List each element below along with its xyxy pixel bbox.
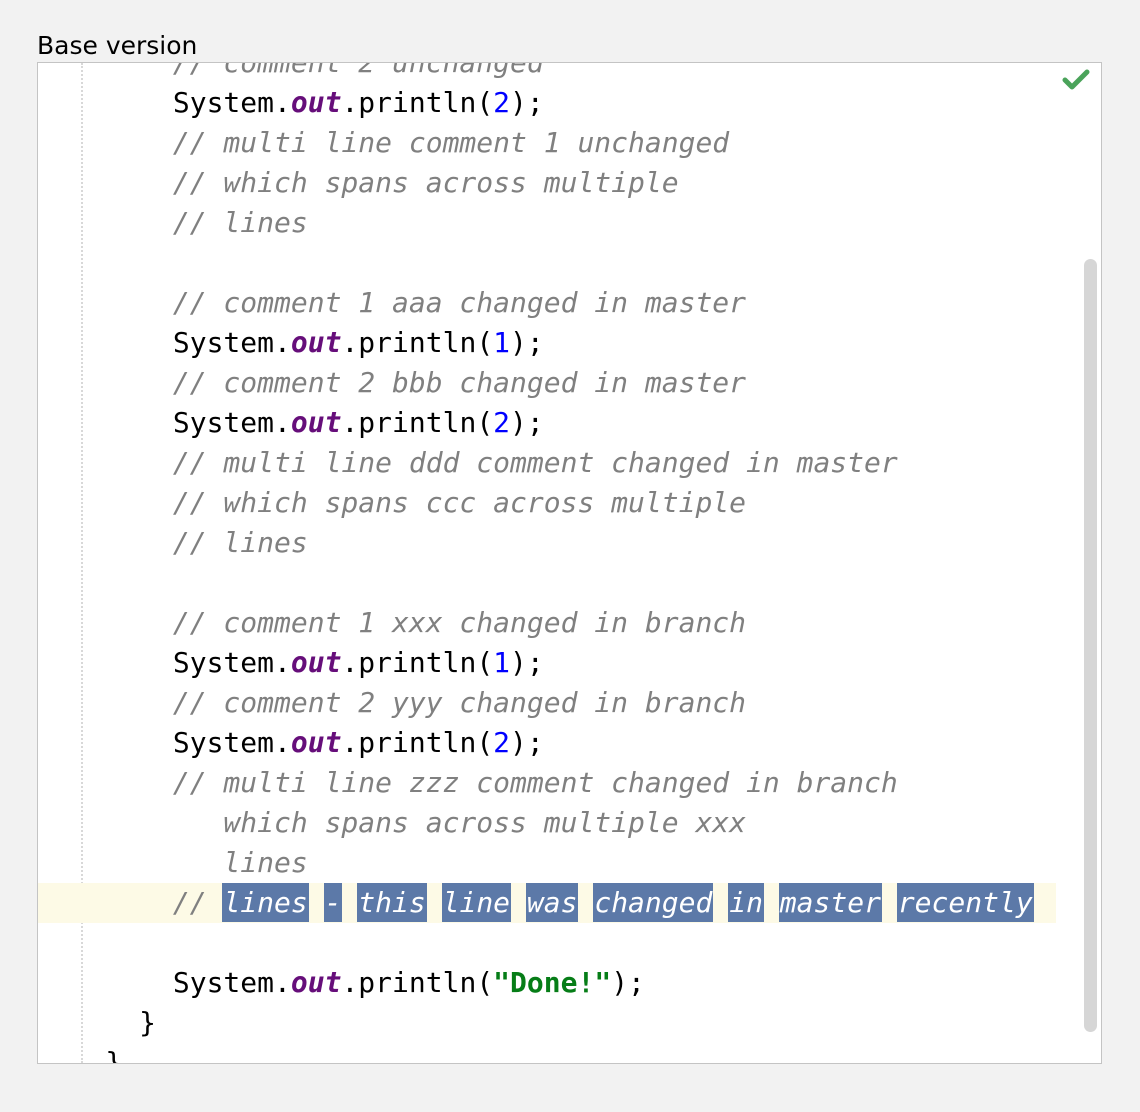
changed-word: line: [442, 884, 511, 921]
code-token: // comment 2 unchanged: [38, 62, 544, 79]
code-line: // comment 1 aaa changed in master: [38, 283, 1101, 323]
changed-word: in: [729, 884, 763, 921]
code-token: System.: [38, 326, 291, 359]
code-line: System.out.println(2);: [38, 403, 1101, 443]
changed-word: was: [526, 884, 578, 921]
code-token: .println(: [341, 966, 494, 999]
changed-word: master: [779, 884, 881, 921]
code-line: System.out.println(1);: [38, 323, 1101, 363]
code-token: .println(: [341, 646, 494, 679]
code-token: // comment 2 yyy changed in branch: [38, 686, 747, 719]
code-token: // which spans ccc across multiple: [38, 486, 747, 519]
code-token: System.: [38, 966, 291, 999]
changed-word: recently: [897, 884, 1033, 921]
code-line: System.out.println(1);: [38, 643, 1101, 683]
code-token: //: [38, 886, 224, 919]
code-token: System.: [38, 646, 291, 679]
code-line: System.out.println(2);: [38, 83, 1101, 123]
code-token: .println(: [341, 326, 494, 359]
code-token: );: [510, 86, 544, 119]
changed-word: -: [324, 884, 342, 921]
code-line: // which spans ccc across multiple: [38, 483, 1101, 523]
code-token: );: [611, 966, 645, 999]
code-line: System.out.println("Done!");: [38, 963, 1101, 1003]
code-token: }: [38, 1006, 157, 1039]
code-token: out: [290, 966, 342, 999]
code-token: lines: [38, 846, 308, 879]
code-line: // multi line zzz comment changed in bra…: [38, 763, 1101, 803]
code-line: which spans across multiple xxx: [38, 803, 1101, 843]
code-line: lines: [38, 843, 1101, 883]
code-line: // comment 2 unchanged: [38, 62, 1101, 83]
code-line: }: [38, 1043, 1101, 1064]
code-token: 1: [493, 646, 511, 679]
code-line: // comment 1 xxx changed in branch: [38, 603, 1101, 643]
code-token: // lines: [38, 526, 308, 559]
code-token: out: [290, 326, 342, 359]
code-line: // lines: [38, 523, 1101, 563]
code-token: );: [510, 726, 544, 759]
code-line: System.out.println(2);: [38, 723, 1101, 763]
code-token: );: [510, 646, 544, 679]
code-token: );: [510, 406, 544, 439]
changed-word: changed: [594, 884, 713, 921]
code-line: // comment 2 bbb changed in master: [38, 363, 1101, 403]
code-token: out: [290, 646, 342, 679]
code-token: "Done!": [493, 966, 612, 999]
code-token: .println(: [341, 406, 494, 439]
code-token: System.: [38, 406, 291, 439]
code-line: // lines: [38, 203, 1101, 243]
code-token: 1: [493, 326, 511, 359]
changed-word: this: [358, 884, 426, 921]
code-line: // which spans across multiple: [38, 163, 1101, 203]
checkmark-icon: [1061, 67, 1091, 93]
code-token: which spans across multiple xxx: [38, 806, 747, 839]
code-token: .println(: [341, 86, 494, 119]
code-token: // multi line comment 1 unchanged: [38, 126, 730, 159]
code-token: // comment 1 aaa changed in master: [38, 286, 747, 319]
vertical-scrollbar[interactable]: [1084, 259, 1097, 1032]
code-token: // comment 1 xxx changed in branch: [38, 606, 747, 639]
code-token: 2: [493, 406, 511, 439]
code-token: // multi line zzz comment changed in bra…: [38, 766, 898, 799]
code-token: System.: [38, 726, 291, 759]
code-token: System.: [38, 86, 291, 119]
code-token: // multi line ddd comment changed in mas…: [38, 446, 898, 479]
code-line: // multi line comment 1 unchanged: [38, 123, 1101, 163]
code-line: // multi line ddd comment changed in mas…: [38, 443, 1101, 483]
code-line: // comment 2 yyy changed in branch: [38, 683, 1101, 723]
code-area[interactable]: // comment 2 unchanged System.out.printl…: [38, 62, 1101, 1064]
code-token: out: [290, 726, 342, 759]
changed-word: lines: [223, 884, 308, 921]
code-line-current: // lines - this line was changed in mast…: [38, 883, 1101, 923]
code-token: // which spans across multiple: [38, 166, 679, 199]
panel-title: Base version: [37, 31, 198, 60]
code-line: }: [38, 1003, 1101, 1043]
code-token: 2: [493, 726, 511, 759]
code-token: .println(: [341, 726, 494, 759]
code-token: );: [510, 326, 544, 359]
code-token: // comment 2 bbb changed in master: [38, 366, 747, 399]
code-editor[interactable]: // comment 2 unchanged System.out.printl…: [37, 62, 1102, 1064]
code-token: }: [38, 1046, 123, 1064]
code-token: out: [290, 86, 342, 119]
code-token: // lines: [38, 206, 308, 239]
code-token: 2: [493, 86, 511, 119]
code-token: out: [290, 406, 342, 439]
